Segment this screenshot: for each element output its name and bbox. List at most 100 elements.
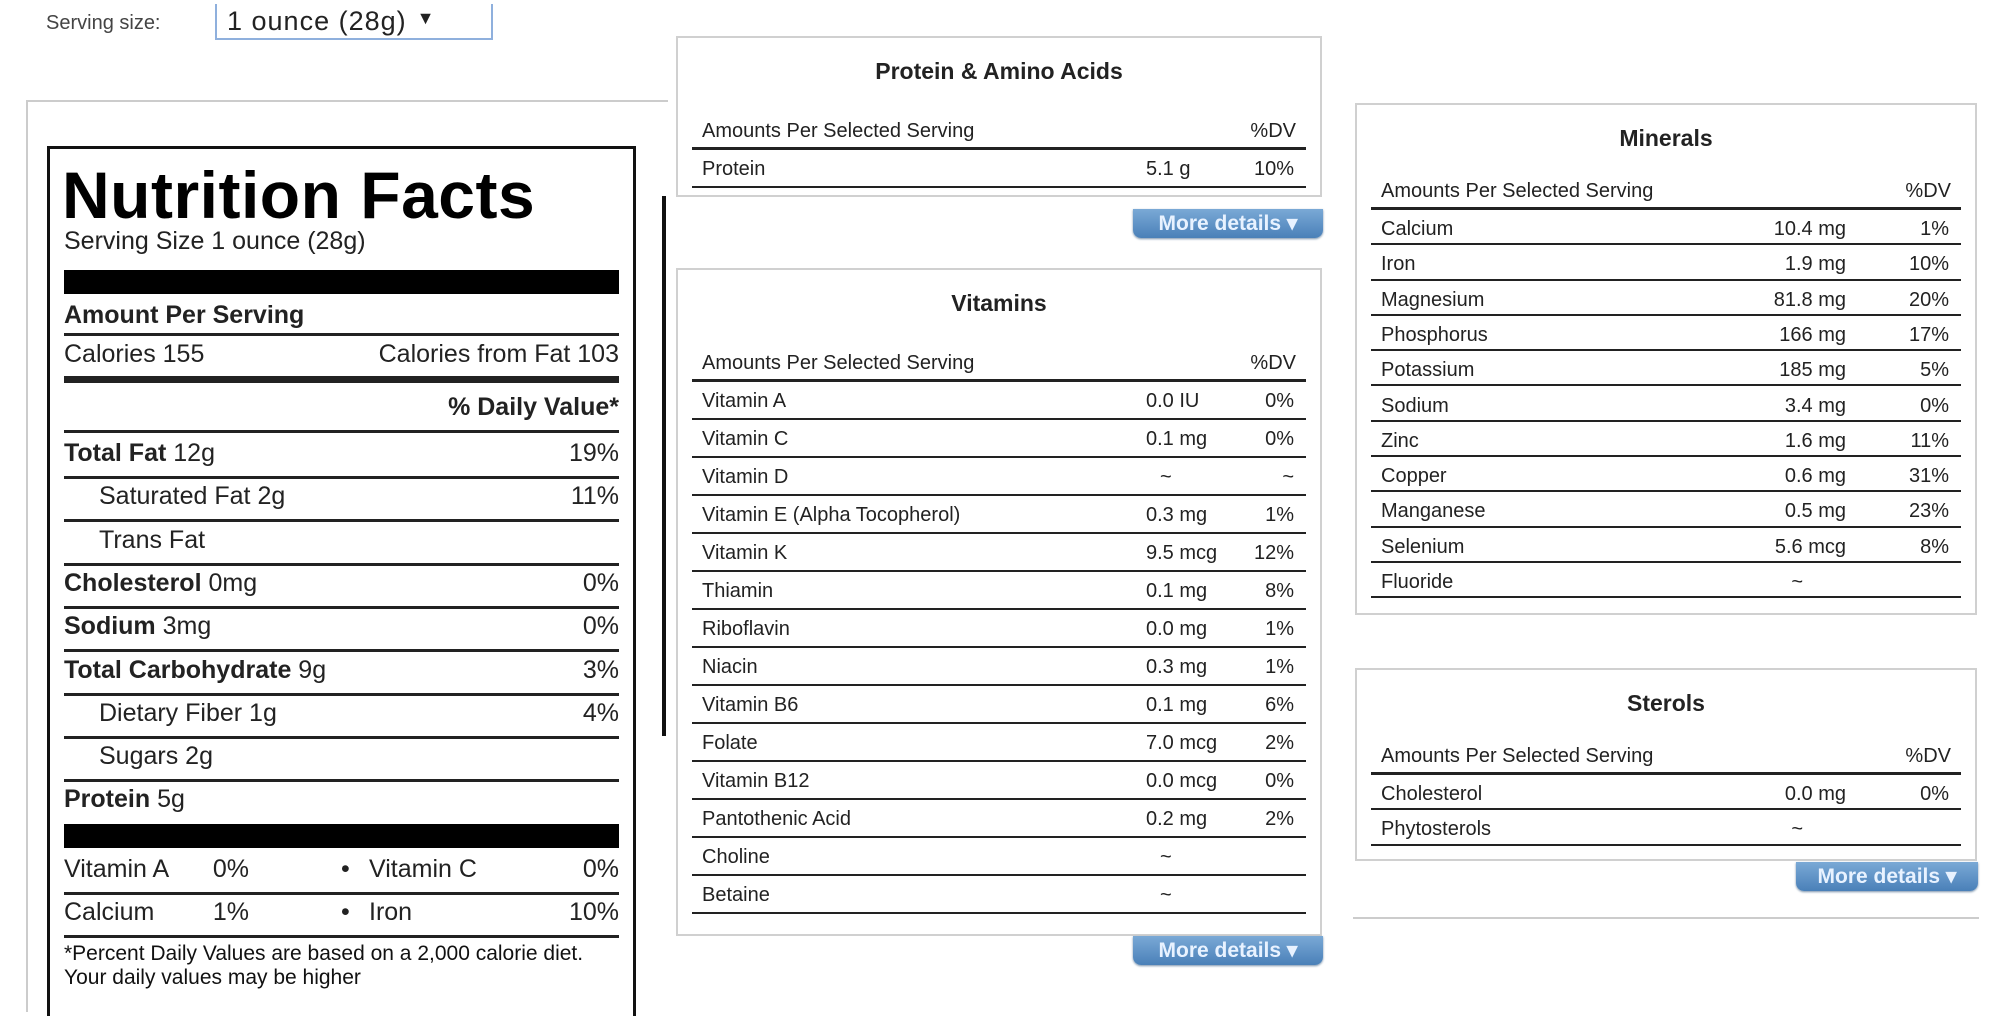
table-row: Phosphorus 166 mg 17% (1371, 316, 1961, 352)
nutrient-name: Vitamin C (702, 428, 789, 450)
nutrient-dv: 5% (1920, 359, 1949, 382)
vitamin-name: Calcium (64, 898, 155, 926)
nutrient-amount: 0.3 mg (1146, 504, 1208, 526)
sterols-more-details-button[interactable]: More details ▾ (1796, 862, 1978, 891)
nutrition-facts-label: Nutrition Facts Serving Size 1 ounce (28g… (47, 146, 636, 1016)
divider (64, 649, 619, 653)
nutrient-name: Total Carbohydrate (64, 655, 292, 684)
table-row: Potassium 185 mg 5% (1371, 351, 1961, 387)
table-row: Phytosterols ~ (1371, 810, 1961, 846)
divider (64, 562, 619, 566)
vitamins-more-details-button[interactable]: More details ▾ (1133, 936, 1323, 965)
nutrient-amount: 5.1 g (1146, 158, 1191, 180)
nutrient-name: Potassium (1381, 359, 1475, 382)
protein-more-details-button[interactable]: More details ▾ (1133, 209, 1323, 238)
table-row: Fluoride ~ (1371, 563, 1961, 599)
nutrient-amount: 1.9 mg (1784, 253, 1846, 276)
table-header: Amounts Per Selected Serving %DV (1371, 737, 1961, 775)
nutrient-name: Sugars (99, 742, 179, 771)
nutrient-amount: 1g (249, 698, 277, 727)
nutrient-amount: ~ (1160, 846, 1172, 868)
nutrient-dv: 1% (1265, 618, 1294, 640)
nutrient-name: Dietary Fiber (99, 698, 243, 727)
table-row: Vitamin K 9.5 mcg 12% (692, 534, 1306, 572)
vitamin-name: Vitamin C (369, 855, 477, 883)
nutrient-amount: ~ (1791, 818, 1803, 841)
serving-size-label: Serving size: (46, 12, 161, 34)
nutrient-name: Protein (64, 785, 151, 814)
nutrient-name: Thiamin (702, 580, 774, 602)
serving-size-value: 1 ounce (28g) (227, 6, 407, 36)
nutrient-name: Folate (702, 732, 758, 754)
vitamin-dv: 0% (212, 855, 249, 883)
table-row: Niacin 0.3 mg 1% (692, 648, 1306, 686)
vitamin-dv: 0% (582, 855, 619, 883)
nutrient-dv: 19% (568, 439, 619, 467)
nutrient-dv: 4% (582, 698, 619, 727)
divider (64, 605, 619, 609)
nutrient-amount: 12g (173, 439, 215, 467)
nutrient-amount: 9.5 mcg (1146, 542, 1218, 564)
nutrient-amount: 81.8 mg (1773, 288, 1846, 311)
nutrient-name: Sodium (1381, 394, 1449, 417)
header-dv: %DV (1905, 180, 1951, 202)
nutrient-name: Fluoride (1381, 571, 1454, 593)
label-row: Cholesterol 0mg 0% (64, 569, 619, 598)
header-dv: %DV (1905, 745, 1951, 767)
table-row: Sodium 3.4 mg 0% (1371, 387, 1961, 422)
nutrient-amount: 0.6 mg (1784, 465, 1846, 488)
label-row: Sugars 2g (64, 742, 619, 771)
thick-bar (64, 824, 619, 848)
calories-from-fat: Calories from Fat 103 (378, 340, 619, 368)
table-row: Vitamin D ~ ~ (692, 458, 1306, 496)
table-row: Calcium 10.4 mg 1% (1371, 210, 1961, 246)
table-row: Vitamin C 0.1 mg 0% (692, 420, 1306, 458)
serving-size-select[interactable]: 1 ounce (28g) ▼ (215, 4, 493, 40)
nutrient-amount: 0.5 mg (1784, 500, 1846, 523)
nutrient-dv: 0% (1920, 783, 1949, 805)
table-header: Amounts Per Selected Serving %DV (692, 112, 1306, 150)
divider (64, 735, 619, 739)
thick-bar (64, 270, 619, 294)
nutrient-name: Pantothenic Acid (702, 808, 851, 830)
nutrient-name: Vitamin A (702, 390, 787, 412)
nutrient-name: Trans Fat (99, 525, 206, 554)
nutrient-dv: 23% (1908, 500, 1949, 523)
nutrient-name: Total Fat (64, 439, 167, 467)
minerals-panel: Minerals Amounts Per Selected Serving %DV C… (1355, 103, 1977, 615)
divider (64, 692, 619, 696)
nutrient-name: Riboflavin (702, 618, 790, 640)
divider (64, 935, 619, 938)
nutrient-name: Vitamin B12 (702, 770, 810, 792)
table-row: Vitamin B12 0.0 mcg 0% (692, 762, 1306, 800)
nutrient-amount: 0.1 mg (1146, 428, 1208, 450)
header-amounts: Amounts Per Selected Serving (1381, 180, 1654, 202)
nutrient-amount: 10.4 mg (1773, 218, 1846, 240)
nutrient-amount: ~ (1160, 884, 1172, 906)
nutrient-dv: 10% (1908, 253, 1949, 276)
nutrient-amount: 0.0 mg (1146, 618, 1208, 640)
nutrient-name: Saturated Fat (99, 482, 251, 511)
nutrient-amount: 185 mg (1779, 359, 1846, 382)
nutrient-dv: 0% (1265, 428, 1294, 450)
nutrient-name: Niacin (702, 656, 758, 678)
table-row: Folate 7.0 mcg 2% (692, 724, 1306, 762)
vitamin-name: Vitamin A (64, 855, 170, 883)
nutrient-name: Sodium (64, 612, 156, 641)
table-row: Magnesium 81.8 mg 20% (1371, 281, 1961, 316)
divider (64, 779, 619, 783)
nutrient-dv: 20% (1908, 288, 1949, 311)
nutrient-name: Protein (702, 158, 766, 180)
nutrient-dv: 12% (1253, 542, 1294, 564)
vitamin-name: Iron (369, 898, 413, 926)
nutrient-name: Cholesterol (64, 568, 202, 597)
nutrient-name: Vitamin B6 (702, 694, 799, 716)
label-row: Protein 5g (64, 785, 619, 814)
label-row: Total Carbohydrate 9g 3% (64, 656, 619, 685)
table-row: Zinc 1.6 mg 11% (1371, 422, 1961, 458)
nutrient-dv: 2% (1265, 732, 1294, 754)
calories: Calories 155 (64, 340, 205, 368)
divider (64, 333, 619, 336)
nutrient-dv: 1% (1265, 504, 1294, 526)
nutrient-amount: 5g (157, 785, 185, 814)
